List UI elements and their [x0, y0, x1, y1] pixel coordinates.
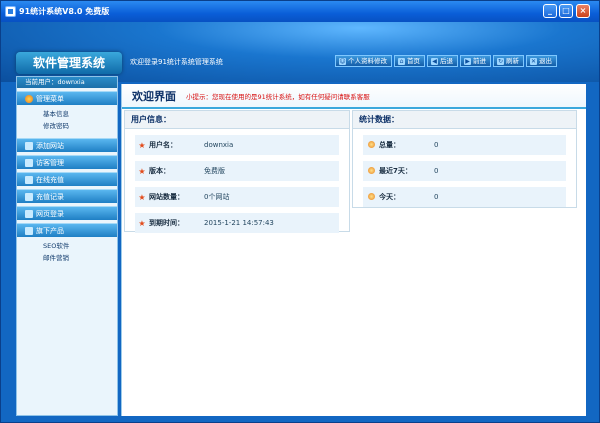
stats-heading: 统计数据： — [353, 111, 576, 129]
home-icon: ⌂ — [398, 57, 405, 65]
folder-icon — [25, 158, 33, 167]
folder-icon — [25, 192, 33, 201]
current-user: 当前用户：downxia — [17, 77, 117, 88]
menu-icon — [25, 94, 33, 103]
refresh-icon: ↻ — [497, 57, 504, 65]
top-nav: ☺ 个人资料修改 ⌂ 首页 ◀ 后退 ▶ 前进 ↻ 刷新 ✕ 退出 — [335, 55, 557, 67]
info-row: ★ 到期时间： 2015-1-21 14:57:43 — [135, 213, 339, 233]
menu-recharge-records[interactable]: 充值记录 — [17, 189, 117, 203]
window-title: 91统计系统V8.0 免费版 — [19, 7, 110, 16]
refresh-button[interactable]: ↻ 刷新 — [493, 55, 524, 67]
menu-web-login[interactable]: 网页登录 — [17, 206, 117, 220]
profile-edit-button[interactable]: ☺ 个人资料修改 — [335, 55, 392, 67]
folder-icon — [25, 209, 33, 218]
submenu-change-password[interactable]: 修改密码 — [43, 120, 117, 132]
info-row: ★ 网站数量： 0个网站 — [135, 187, 339, 207]
sun-icon — [363, 166, 379, 176]
menu-add-site[interactable]: 添加网站 — [17, 138, 117, 152]
info-row: ★ 版本： 免费版 — [135, 161, 339, 181]
app-logo: 软件管理系统 — [16, 52, 122, 74]
watermark-url: www.downxia.com — [521, 403, 577, 410]
stats-row: 最近7天： 0 — [363, 161, 566, 181]
menu-recharge[interactable]: 在线充值 — [17, 172, 117, 186]
close-button[interactable]: × — [576, 4, 590, 18]
star-icon: ★ — [138, 166, 146, 176]
folder-icon — [25, 175, 33, 184]
user-icon: ☺ — [339, 57, 346, 65]
page-title: 欢迎界面 — [132, 89, 176, 103]
download-icon — [491, 387, 515, 411]
sidebar: 当前用户：downxia 管理菜单 基本信息 修改密码 添加网站 访客管理 在线… — [16, 76, 118, 416]
star-icon: ★ — [138, 192, 146, 202]
home-button[interactable]: ⌂ 首页 — [394, 55, 425, 67]
menu-visitor-manage[interactable]: 访客管理 — [17, 155, 117, 169]
star-icon: ★ — [138, 140, 146, 150]
user-info-panel: 用户信息： ★ 用户名： downxia ★ 版本： 免费版 ★ 网站数量： 0个网站 ★ 到… — [124, 110, 350, 233]
star-icon: ★ — [138, 218, 146, 228]
menu-products[interactable]: 旗下产品 — [17, 223, 117, 237]
watermark-name: 当下软件园 — [521, 389, 582, 403]
info-row: ★ 用户名： downxia — [135, 135, 339, 155]
back-arrow-icon: ◀ — [431, 57, 438, 65]
main-content: 欢迎界面 小提示：您现在使用的是91统计系统，如有任何疑问请联系客服 用户信息：… — [121, 84, 586, 416]
logout-button[interactable]: ✕ 退出 — [526, 55, 557, 67]
app-window: 91统计系统V8.0 免费版 _ □ × 软件管理系统 欢迎登录91统计系统管理… — [0, 0, 600, 423]
folder-icon — [25, 141, 33, 150]
submenu-products: SEO软件 邮件营销 — [17, 237, 117, 267]
forward-button[interactable]: ▶ 前进 — [460, 55, 491, 67]
sun-icon — [363, 192, 379, 202]
app-icon — [5, 6, 16, 17]
stats-panel: 统计数据： 总量： 0 最近7天： 0 今天： 0 — [352, 110, 577, 208]
content-header: 欢迎界面 小提示：您现在使用的是91统计系统，如有任何疑问请联系客服 — [122, 84, 586, 109]
stats-row: 今天： 0 — [363, 187, 566, 207]
submenu-email-marketing[interactable]: 邮件营销 — [43, 252, 117, 264]
user-info-heading: 用户信息： — [125, 111, 349, 129]
submenu-seo-software[interactable]: SEO软件 — [43, 240, 117, 252]
minimize-button[interactable]: _ — [543, 4, 557, 18]
back-button[interactable]: ◀ 后退 — [427, 55, 458, 67]
stats-row: 总量： 0 — [363, 135, 566, 155]
title-bar[interactable]: 91统计系统V8.0 免费版 _ □ × — [1, 1, 599, 22]
welcome-text: 欢迎登录91统计系统管理系统 — [130, 58, 223, 66]
sun-icon — [363, 140, 379, 150]
menu-manage[interactable]: 管理菜单 — [17, 91, 117, 105]
forward-arrow-icon: ▶ — [464, 57, 471, 65]
submenu-basic-info[interactable]: 基本信息 — [43, 108, 117, 120]
maximize-button[interactable]: □ — [559, 4, 573, 18]
exit-icon: ✕ — [530, 57, 537, 65]
submenu-manage: 基本信息 修改密码 — [17, 105, 117, 135]
tip-text: 小提示：您现在使用的是91统计系统，如有任何疑问请联系客服 — [186, 92, 370, 101]
folder-icon — [25, 226, 33, 235]
